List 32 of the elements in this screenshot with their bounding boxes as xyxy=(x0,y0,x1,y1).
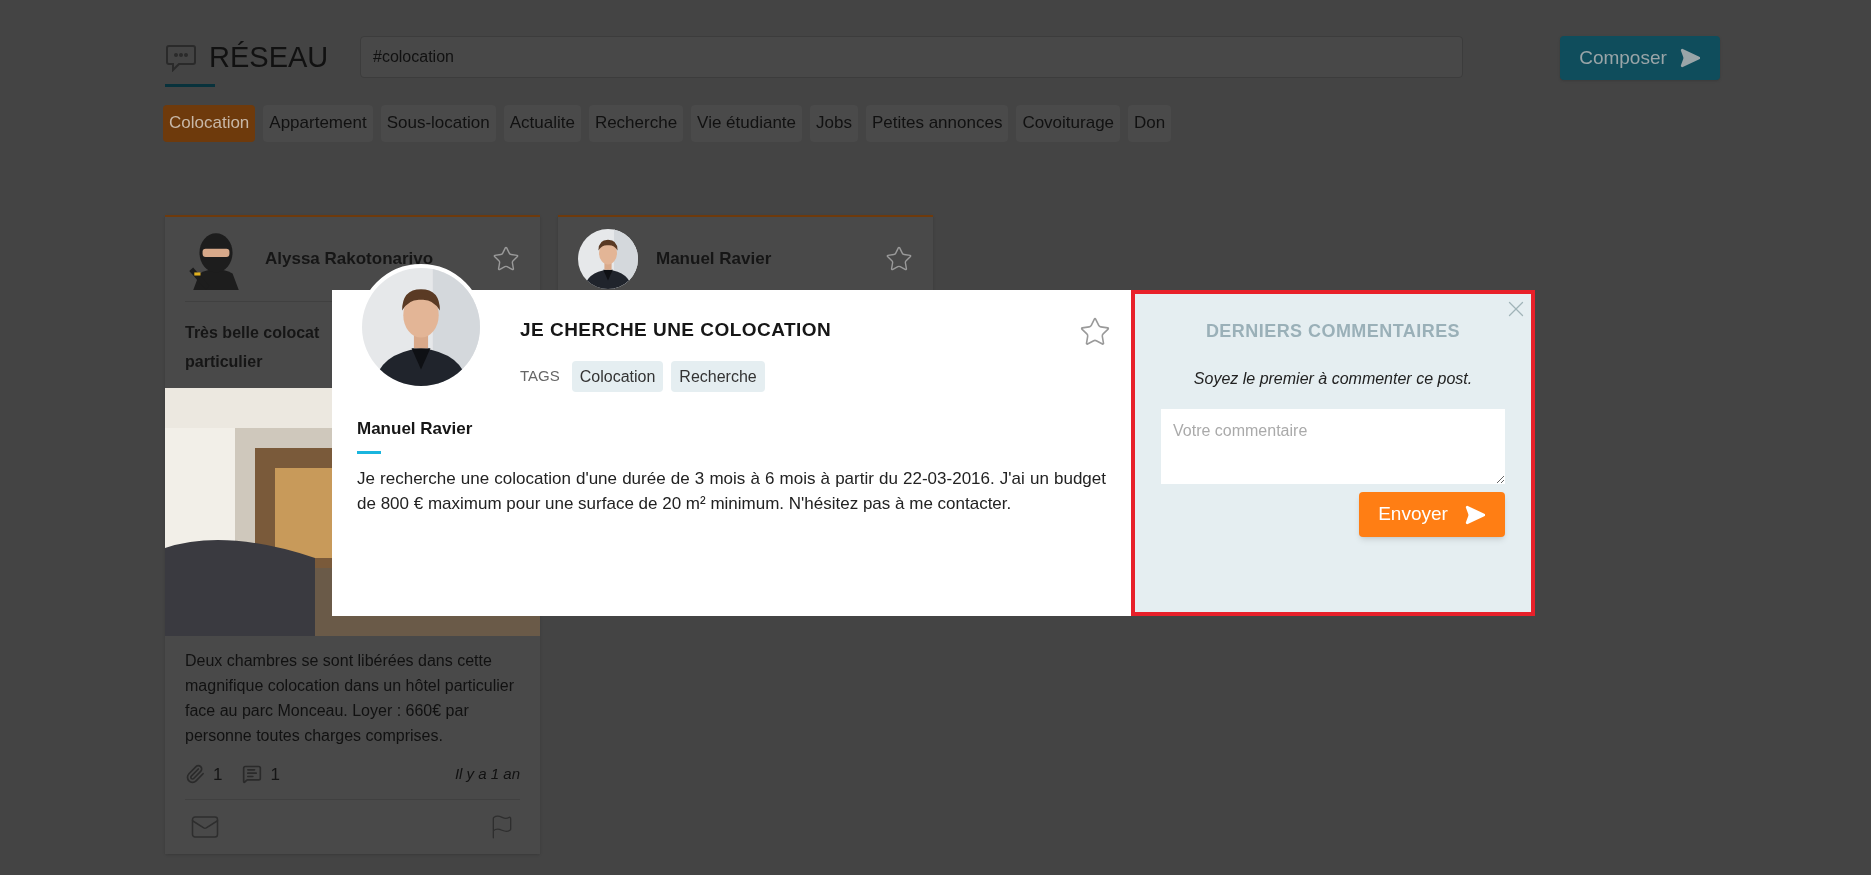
category-tab[interactable]: Jobs xyxy=(810,104,858,142)
category-tab[interactable]: Actualite xyxy=(503,104,581,142)
tags-label: TAGS xyxy=(520,365,560,386)
favorite-star-icon[interactable] xyxy=(492,244,520,273)
category-tab[interactable]: Appartement xyxy=(263,104,373,142)
post-title: JE CHERCHE UNE COLOCATION xyxy=(520,318,832,342)
category-tab[interactable]: Petites annonces xyxy=(865,104,1009,142)
paperclip-icon xyxy=(185,764,205,785)
tag[interactable]: Recherche xyxy=(671,360,765,392)
chat-bubble-icon xyxy=(165,43,197,72)
category-tab[interactable]: Covoiturage xyxy=(1016,104,1121,142)
send-button[interactable]: Envoyer xyxy=(1359,492,1505,537)
post-body: Je recherche une colocation d'une durée de 3 mois à 6 mois à partir du 22-03-2016. J'ai un budget de 800 € maximum pour une surface de 20 m² minimum. N'hésitez pas à me contacter. xyxy=(357,468,1106,515)
post-description: Deux chambres se sont libérées dans cette magnifique colocation dans un hôtel particulier face au parc Monceau. Loyer : 660€ par personne toutes charges comprises. xyxy=(184,650,516,746)
post-time: Il y a 1 an xyxy=(454,764,520,784)
category-tab[interactable]: Recherche xyxy=(588,104,684,142)
send-icon xyxy=(1463,503,1486,526)
favorite-star-icon[interactable] xyxy=(885,244,913,273)
comment-field[interactable]: Votre commentaire xyxy=(1161,409,1505,484)
comment-icon xyxy=(242,764,263,785)
category-tab[interactable]: Vie étudiante xyxy=(691,104,803,142)
empty-comments-message: Soyez le premier à commenter ce post. xyxy=(1193,369,1473,389)
favorite-star-icon[interactable] xyxy=(1079,316,1111,348)
tag[interactable]: Colocation xyxy=(571,360,664,392)
compose-button[interactable]: Composer xyxy=(1560,36,1720,80)
author-name: Manuel Ravier xyxy=(357,417,474,440)
search-field[interactable]: #colocation xyxy=(360,36,1463,78)
category-tab[interactable]: Don xyxy=(1128,104,1172,142)
category-tab[interactable]: Colocation xyxy=(163,104,256,142)
category-tab[interactable]: Sous-location xyxy=(380,104,496,142)
comments-title: DERNIERS COMMENTAIRES xyxy=(1205,320,1461,343)
send-icon xyxy=(1678,47,1701,69)
